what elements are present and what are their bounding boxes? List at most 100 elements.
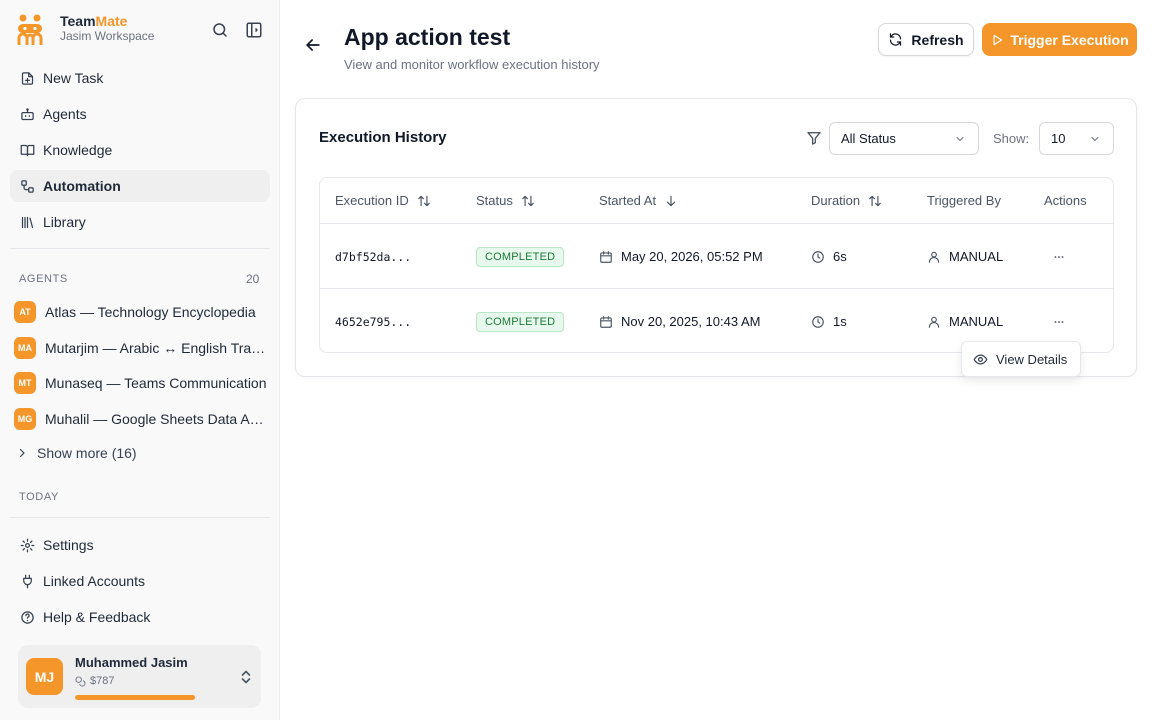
sidebar-divider: [10, 517, 270, 518]
duration-cell: 1s: [811, 289, 847, 352]
duration-cell: 6s: [811, 224, 847, 289]
column-label: Started At: [599, 193, 657, 208]
show-more-label: Show more (16): [37, 445, 137, 461]
nav-label: Help & Feedback: [43, 609, 151, 625]
sort-icon: [522, 195, 534, 206]
calendar-icon: [600, 315, 612, 328]
coins-icon: [75, 675, 86, 686]
duration-value: 1s: [833, 314, 847, 329]
triggered-by-value: MANUAL: [949, 249, 1004, 264]
clock-icon: [812, 315, 824, 328]
card-title: Execution History: [319, 129, 447, 146]
agent-item[interactable]: MA Mutarjim — Arabic ↔ English Translato…: [14, 333, 270, 363]
column-label: Status: [476, 193, 513, 208]
settings-icon: [20, 538, 35, 552]
agent-name: Mutarjim — Arabic ↔ English Translator: [45, 339, 267, 356]
column-label: Actions: [1044, 193, 1087, 208]
bottom-nav: Settings Linked Accounts Help & Feedback: [10, 529, 270, 637]
page-size-value: 10: [1051, 131, 1066, 146]
page-size-select[interactable]: 10: [1039, 122, 1114, 155]
trigger-execution-button[interactable]: Trigger Execution: [982, 23, 1137, 56]
user-credit: $787: [75, 675, 114, 687]
arrow-down-icon: [667, 195, 676, 206]
nav-settings[interactable]: Settings: [10, 529, 270, 561]
column-execution-id[interactable]: Execution ID: [335, 193, 431, 208]
agent-item[interactable]: MG Muhalil — Google Sheets Data Analyst: [14, 404, 270, 434]
trigger-label: Trigger Execution: [1010, 31, 1129, 48]
back-arrow-icon[interactable]: [303, 35, 323, 55]
credit-progress-fill: [75, 695, 195, 700]
status-cell: COMPLETED: [476, 289, 565, 352]
nav-label: Knowledge: [43, 142, 113, 158]
page-title: App action test: [344, 24, 511, 50]
credit-value: $787: [90, 675, 115, 687]
teammate-logo-icon: [17, 14, 43, 45]
workspace-name: Jasim Workspace: [60, 29, 155, 43]
new-task-icon: [21, 71, 34, 85]
view-details-label: View Details: [996, 351, 1068, 367]
column-actions: Actions: [1044, 193, 1087, 208]
more-horizontal-icon[interactable]: [1052, 315, 1066, 329]
column-label: Duration: [811, 193, 861, 208]
view-details-menu-item[interactable]: View Details: [961, 341, 1081, 377]
started-at-value: Nov 20, 2025, 10:43 AM: [621, 314, 761, 329]
brand-name: TeamMate: [60, 13, 128, 29]
status-filter-value: All Status: [841, 131, 896, 146]
nav-library[interactable]: Library: [10, 206, 270, 238]
page-subtitle: View and monitor workflow execution hist…: [344, 57, 600, 72]
user-icon: [928, 251, 940, 263]
nav-label: Settings: [43, 537, 94, 553]
nav-help-feedback[interactable]: Help & Feedback: [10, 601, 270, 633]
search-icon[interactable]: [211, 21, 229, 39]
execution-id: d7bf52da...: [335, 249, 412, 264]
sidebar-toggle-icon[interactable]: [245, 21, 263, 39]
status-filter-select[interactable]: All Status: [829, 122, 979, 155]
agent-name: Munaseq — Teams Communication: [45, 375, 267, 391]
agent-item[interactable]: AT Atlas — Technology Encyclopedia: [14, 297, 270, 327]
brand[interactable]: TeamMate Jasim Workspace: [16, 13, 154, 45]
nav-label: Agents: [43, 106, 87, 122]
started-at-value: May 20, 2026, 05:52 PM: [621, 249, 763, 264]
execution-table: Execution ID Status Started At Duration …: [319, 177, 1114, 353]
nav-label: Automation: [43, 178, 121, 194]
sort-icon: [417, 195, 430, 206]
credit-progress: [75, 695, 197, 700]
column-status[interactable]: Status: [476, 193, 535, 208]
chevron-down-icon: [1091, 136, 1099, 141]
duration-value: 6s: [833, 249, 847, 264]
refresh-label: Refresh: [911, 31, 964, 48]
status-badge: COMPLETED: [476, 246, 565, 267]
nav-label: Library: [43, 214, 86, 230]
nav-knowledge[interactable]: Knowledge: [10, 134, 270, 166]
more-horizontal-icon[interactable]: [1052, 250, 1066, 264]
help-icon: [21, 610, 34, 624]
avatar: MJ: [26, 658, 63, 695]
agent-avatar: MG: [14, 407, 36, 430]
table-row: d7bf52da... COMPLETED May 20, 2026, 05:5…: [320, 224, 1113, 289]
status-badge: COMPLETED: [476, 311, 565, 332]
column-duration[interactable]: Duration: [811, 193, 882, 208]
user-icon: [928, 316, 940, 328]
nav-linked-accounts[interactable]: Linked Accounts: [10, 565, 270, 597]
column-started-at[interactable]: Started At: [599, 193, 678, 208]
status-cell: COMPLETED: [476, 224, 565, 289]
eye-icon: [973, 354, 988, 364]
nav-agents[interactable]: Agents: [10, 98, 270, 130]
nav-label: Linked Accounts: [43, 573, 145, 589]
nav-automation[interactable]: Automation: [10, 170, 270, 202]
execution-history-card: Execution History All Status Show: 10 Ex…: [295, 98, 1137, 377]
nav-new-task[interactable]: New Task: [10, 62, 270, 94]
workflow-icon: [21, 179, 34, 193]
user-menu[interactable]: MJ Muhammed Jasim $787: [18, 645, 261, 708]
show-more-agents[interactable]: Show more (16): [16, 443, 137, 463]
agent-item[interactable]: MT Munaseq — Teams Communication: [14, 368, 270, 398]
column-label: Execution ID: [335, 193, 409, 208]
user-name: Muhammed Jasim: [75, 655, 188, 670]
sort-icon: [869, 195, 881, 206]
agent-name: Atlas — Technology Encyclopedia: [45, 304, 256, 320]
triggered-by-cell: MANUAL: [927, 224, 1003, 289]
chevrons-up-down-icon: [241, 670, 251, 684]
column-triggered-by: Triggered By: [927, 193, 1001, 208]
refresh-button[interactable]: Refresh: [878, 23, 974, 56]
bot-icon: [21, 107, 34, 120]
